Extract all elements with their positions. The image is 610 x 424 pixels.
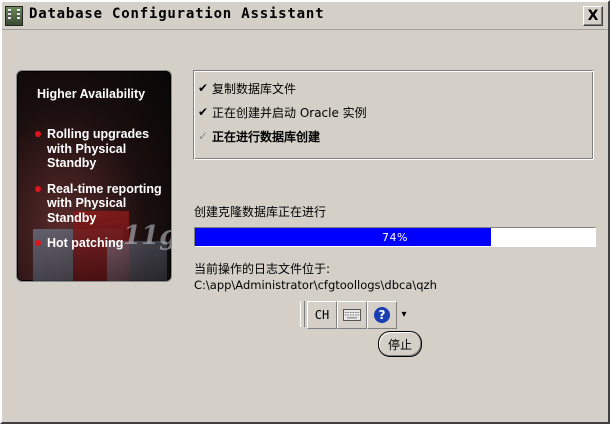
help-icon: ? xyxy=(374,307,390,323)
red-bullet-icon xyxy=(35,131,41,137)
ime-toolbar: CH ? ▾ xyxy=(300,301,411,329)
promo-panel: 11g Higher Availability Rolling upgrades… xyxy=(16,70,172,282)
log-file-label: 当前操作的日志文件位于: xyxy=(194,262,331,276)
stop-button[interactable]: 停止 xyxy=(378,331,422,357)
progress-percent: 74% xyxy=(382,230,408,244)
window-title: Database Configuration Assistant xyxy=(29,6,325,22)
chevron-down-icon: ▾ xyxy=(401,308,407,320)
step-label: 正在进行数据库创建 xyxy=(212,129,321,144)
red-bullet-icon xyxy=(35,240,41,246)
film-strip-icon xyxy=(5,6,23,26)
dbca-window: Database Configuration Assistant X 11g H… xyxy=(0,0,610,424)
promo-item-label: Rolling upgrades with Physical Standby xyxy=(47,127,150,170)
close-button[interactable]: X xyxy=(583,6,603,26)
checkmark-icon: ✔ xyxy=(198,81,209,95)
toolbar-grip-handle[interactable] xyxy=(300,301,305,327)
promo-heading: Higher Availability xyxy=(37,87,146,101)
step-item: ✔ 正在创建并启动 Oracle 实例 xyxy=(198,103,367,121)
progress-label: 创建克隆数据库正在进行 xyxy=(194,205,327,219)
log-file-path: C:\app\Administrator\cfgtoollogs\dbca\qz… xyxy=(194,278,437,292)
stop-button-label: 停止 xyxy=(387,337,412,352)
ime-language-label: CH xyxy=(314,308,330,322)
close-icon: X xyxy=(587,8,599,24)
checkmark-icon: ✓ xyxy=(198,129,209,143)
step-label: 复制数据库文件 xyxy=(212,81,297,96)
promo-feature-list: Rolling upgrades with Physical Standby R… xyxy=(29,127,171,262)
keyboard-icon xyxy=(343,309,361,321)
promo-item: Real-time reporting with Physical Standb… xyxy=(29,182,171,226)
promo-item: Rolling upgrades with Physical Standby xyxy=(29,127,171,171)
title-bar[interactable]: Database Configuration Assistant X xyxy=(2,2,608,30)
checkmark-icon: ✔ xyxy=(198,105,209,119)
step-item: ✔ 复制数据库文件 xyxy=(198,79,296,97)
promo-item-label: Hot patching xyxy=(47,236,124,250)
ime-menu-button[interactable]: ▾ xyxy=(397,301,411,327)
ime-help-button[interactable]: ? xyxy=(367,301,397,329)
promo-item: Hot patching xyxy=(29,236,171,251)
progress-bar: 74% xyxy=(194,227,596,247)
promo-item-label: Real-time reporting with Physical Standb… xyxy=(47,181,162,225)
step-list: ✔ 复制数据库文件 ✔ 正在创建并启动 Oracle 实例 ✓ 正在进行数据库创… xyxy=(193,70,594,160)
step-item-current: ✓ 正在进行数据库创建 xyxy=(198,127,320,145)
step-label: 正在创建并启动 Oracle 实例 xyxy=(212,105,367,120)
red-bullet-icon xyxy=(35,185,41,192)
ime-language-button[interactable]: CH xyxy=(307,301,337,329)
ime-keyboard-button[interactable] xyxy=(337,301,367,329)
